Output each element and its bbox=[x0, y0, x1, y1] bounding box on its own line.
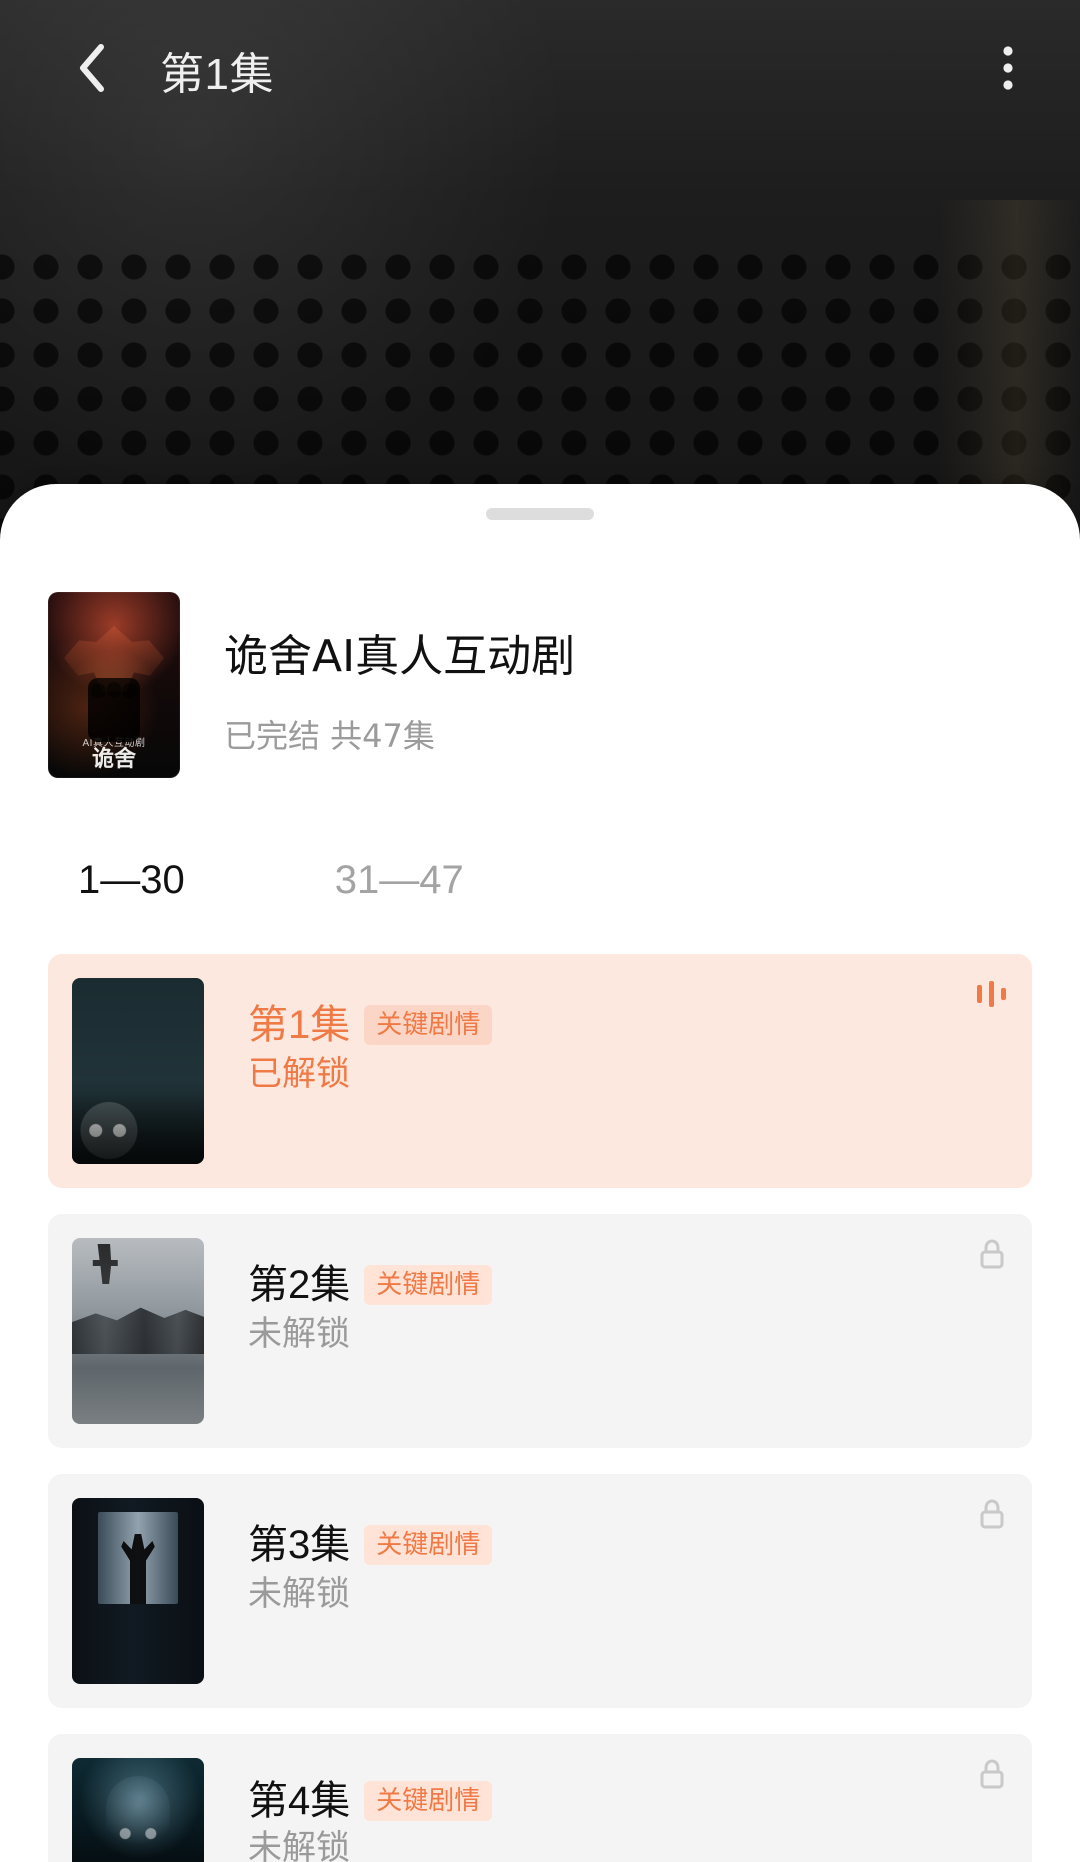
lock-icon bbox=[972, 1494, 1012, 1534]
episode-2-title-row: 第2集 关键剧情 bbox=[248, 1262, 948, 1308]
episode-3-info: 第3集 关键剧情 未解锁 bbox=[248, 1522, 948, 1614]
top-bar: 第1集 bbox=[0, 0, 1080, 140]
episode-2-info: 第2集 关键剧情 未解锁 bbox=[248, 1262, 948, 1354]
tab-range-1-30[interactable]: 1—30 bbox=[78, 856, 185, 904]
episode-1-info: 第1集 关键剧情 已解锁 bbox=[248, 1002, 948, 1094]
episode-4-title-row: 第4集 关键剧情 bbox=[248, 1778, 948, 1824]
series-cover-title: 诡舍 bbox=[91, 746, 136, 772]
episode-1-title: 第1集 bbox=[248, 1003, 351, 1047]
episode-4-key-plot-tag: 关键剧情 bbox=[364, 1781, 493, 1821]
episode-title: 第1集 bbox=[160, 50, 274, 99]
series-header: AI真人互动剧 诡舍 诡舍AI真人互动剧 已完结 共47集 bbox=[48, 592, 1032, 782]
episode-card-2[interactable]: 第2集 关键剧情 未解锁 bbox=[48, 1214, 1032, 1448]
episode-2-title: 第2集 bbox=[248, 1263, 351, 1307]
episode-1-thumbnail bbox=[72, 978, 204, 1164]
episode-card-3[interactable]: 第3集 关键剧情 未解锁 bbox=[48, 1474, 1032, 1708]
lock-icon bbox=[972, 1234, 1012, 1274]
episode-3-title: 第3集 bbox=[248, 1523, 351, 1567]
episodes-bottom-sheet: AI真人互动剧 诡舍 诡舍AI真人互动剧 已完结 共47集 1—30 31—47… bbox=[0, 484, 1080, 1862]
episode-1-key-plot-tag: 关键剧情 bbox=[364, 1005, 493, 1045]
more-options-button[interactable] bbox=[980, 42, 1036, 98]
episode-3-key-plot-tag: 关键剧情 bbox=[364, 1525, 493, 1565]
back-button[interactable] bbox=[64, 42, 120, 98]
episode-3-title-row: 第3集 关键剧情 bbox=[248, 1522, 948, 1568]
sheet-grabber[interactable] bbox=[486, 508, 594, 520]
series-title: 诡舍AI真人互动剧 bbox=[224, 631, 576, 682]
episode-4-thumbnail bbox=[72, 1758, 204, 1862]
episode-1-status: 已解锁 bbox=[248, 1054, 350, 1094]
episode-2-thumbnail bbox=[72, 1238, 204, 1424]
more-vertical-icon bbox=[999, 41, 1017, 99]
episode-2-key-plot-tag: 关键剧情 bbox=[364, 1265, 493, 1305]
episode-4-status: 未解锁 bbox=[248, 1828, 350, 1862]
episode-3-status: 未解锁 bbox=[248, 1574, 350, 1614]
episode-1-title-row: 第1集 关键剧情 bbox=[248, 1002, 948, 1048]
episode-card-4[interactable]: 第4集 关键剧情 未解锁 bbox=[48, 1734, 1032, 1862]
playing-indicator-icon bbox=[972, 974, 1012, 1014]
lock-icon bbox=[972, 1754, 1012, 1794]
series-cover-image: AI真人互动剧 诡舍 bbox=[48, 592, 180, 778]
episode-4-title: 第4集 bbox=[248, 1779, 351, 1823]
episode-3-thumbnail bbox=[72, 1498, 204, 1684]
episode-2-status: 未解锁 bbox=[248, 1314, 350, 1354]
screen: 第1集 AI真人互动剧 诡舍 诡舍AI真人互动剧 已完结 共47集 1—30 3… bbox=[0, 0, 1080, 1862]
episode-card-1[interactable]: 第1集 关键剧情 已解锁 bbox=[48, 954, 1032, 1188]
episode-range-tabs: 1—30 31—47 bbox=[78, 850, 998, 910]
back-chevron-icon bbox=[75, 41, 109, 99]
tab-range-31-47[interactable]: 31—47 bbox=[335, 856, 464, 904]
episode-list: 第1集 关键剧情 已解锁 第2集 关键剧情 未解锁 第3集 关键剧情 未解锁 第… bbox=[48, 954, 1032, 1862]
series-meta: 已完结 共47集 bbox=[224, 717, 435, 755]
episode-4-info: 第4集 关键剧情 未解锁 bbox=[248, 1778, 948, 1862]
